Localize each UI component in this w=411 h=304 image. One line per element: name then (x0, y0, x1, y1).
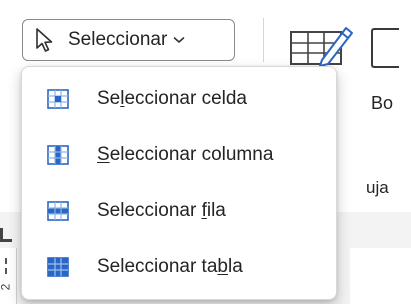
partial-ribbon-label: Bo (371, 93, 394, 113)
vertical-ruler: 2 (0, 248, 17, 304)
table-select-column-icon (47, 145, 69, 165)
partial-ribbon-icon (371, 28, 399, 68)
menu-item-select-column[interactable]: Seleccionar columna (26, 129, 332, 181)
chevron-down-icon (173, 37, 185, 43)
ruler-tick (5, 268, 7, 274)
menu-item-label: Seleccionar celda (97, 88, 248, 109)
select-dropdown-menu: Seleccionar celda Seleccionar columna Se… (21, 66, 337, 300)
cursor-arrow-icon (36, 28, 53, 52)
ruler-number: 2 (0, 284, 12, 291)
select-dropdown-button[interactable]: Seleccionar (22, 19, 235, 61)
menu-item-label: Seleccionar columna (97, 144, 274, 165)
table-select-table-icon (47, 257, 69, 277)
menu-item-label: Seleccionar fila (97, 200, 226, 221)
ribbon-separator (263, 18, 264, 62)
partial-group-label: uja (366, 178, 389, 197)
document-page (350, 248, 411, 304)
tab-stop-marker[interactable] (0, 228, 12, 242)
table-select-cell-icon (47, 89, 69, 109)
menu-item-select-row[interactable]: Seleccionar fila (26, 185, 332, 237)
ruler-tick (5, 258, 7, 264)
menu-item-select-cell[interactable]: Seleccionar celda (26, 73, 332, 125)
select-button-label: Seleccionar (68, 29, 168, 50)
menu-item-label: Seleccionar tabla (97, 256, 243, 277)
menu-item-select-table[interactable]: Seleccionar tabla (26, 241, 332, 293)
draw-table-pencil-icon[interactable] (288, 22, 356, 66)
table-select-row-icon (47, 201, 69, 221)
